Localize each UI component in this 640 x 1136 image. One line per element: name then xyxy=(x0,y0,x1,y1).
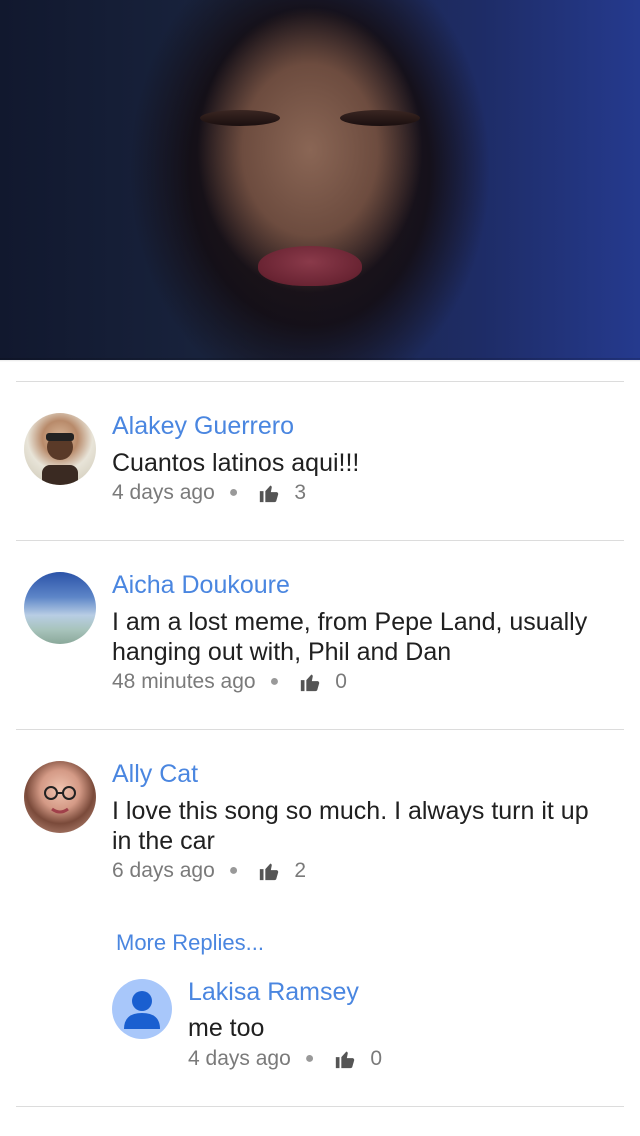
video-frame[interactable] xyxy=(0,0,640,360)
reply-meta: 4 days ago ● 0 xyxy=(188,1047,382,1071)
comment-time: 6 days ago xyxy=(112,859,215,882)
reply-author[interactable]: Lakisa Ramsey xyxy=(188,978,359,1007)
separator-dot: ● xyxy=(228,484,239,501)
avatar[interactable] xyxy=(24,761,96,833)
reply-text: me too xyxy=(188,1014,265,1042)
avatar-image xyxy=(44,786,76,814)
divider xyxy=(16,1106,624,1107)
comment-time: 48 minutes ago xyxy=(112,670,256,693)
like-count: 0 xyxy=(370,1047,383,1070)
default-avatar-icon xyxy=(124,991,160,1029)
thumbs-up-icon[interactable] xyxy=(258,860,280,882)
video-detail xyxy=(200,110,280,126)
thumbs-up-icon[interactable] xyxy=(258,482,280,504)
comment-time: 4 days ago xyxy=(112,481,215,504)
avatar-image xyxy=(42,433,78,485)
video-shadow xyxy=(0,358,640,362)
comment-author[interactable]: Aicha Doukoure xyxy=(112,571,290,600)
separator-dot: ● xyxy=(304,1050,315,1067)
divider xyxy=(16,540,624,541)
thumbs-up-icon[interactable] xyxy=(334,1048,356,1070)
comment-author[interactable]: Ally Cat xyxy=(112,760,198,789)
thumbs-up-icon[interactable] xyxy=(299,671,321,693)
like-count: 0 xyxy=(335,670,347,693)
comment-text: Cuantos latinos aqui!!! xyxy=(112,449,360,477)
more-replies-link[interactable]: More Replies... xyxy=(116,930,264,956)
reply-time: 4 days ago xyxy=(188,1047,291,1070)
video-detail xyxy=(258,246,362,286)
avatar[interactable] xyxy=(24,413,96,485)
video-detail xyxy=(340,110,420,126)
comment-text: I love this song so much. I always turn … xyxy=(112,797,589,855)
divider xyxy=(16,381,624,382)
comment-meta: 6 days ago ● 2 xyxy=(112,859,306,883)
comment-text: I am a lost meme, from Pepe Land, usuall… xyxy=(112,608,588,666)
like-count: 3 xyxy=(294,481,307,504)
divider xyxy=(16,729,624,730)
avatar[interactable] xyxy=(24,572,96,644)
separator-dot: ● xyxy=(228,862,239,879)
separator-dot: ● xyxy=(269,673,280,690)
comment-meta: 4 days ago ● 3 xyxy=(112,481,306,505)
comment-author[interactable]: Alakey Guerrero xyxy=(112,412,294,441)
avatar[interactable] xyxy=(112,979,172,1039)
comment-meta: 48 minutes ago ● 0 xyxy=(112,670,347,694)
like-count: 2 xyxy=(294,859,307,882)
